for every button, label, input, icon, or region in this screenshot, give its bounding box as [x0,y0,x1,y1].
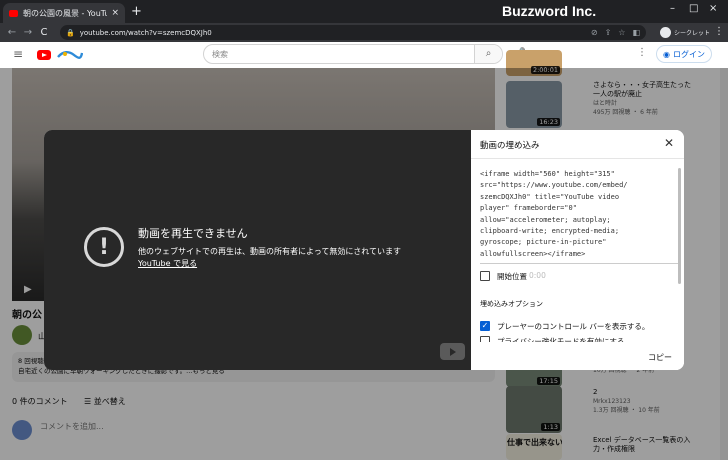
settings-more-icon[interactable]: ⋮ [637,47,647,58]
hamburger-menu-icon[interactable]: ≡ [13,47,23,61]
playback-error: ! 動画を再生できません 他のウェブサイトでの再生は、動画の所有者によって無効に… [84,225,401,269]
side-panel-icon[interactable]: ◧ [632,28,640,37]
close-window-button[interactable]: × [709,3,717,14]
close-icon[interactable]: ✕ [664,136,674,150]
options-heading: 埋め込みオプション [480,300,543,308]
incognito-avatar-icon [660,27,671,38]
browser-tab[interactable]: 朝の公園の風景 - YouTube × [3,3,125,23]
youtube-watermark-icon[interactable] [440,343,465,360]
youtube-doodle-icon[interactable] [57,49,83,61]
show-controls-label: プレーヤーのコントロール バーを表示する。 [497,322,650,331]
brand-watermark: Buzzword Inc. [502,3,597,19]
error-title: 動画を再生できません [138,227,248,240]
forward-icon[interactable]: → [20,27,36,38]
copy-button[interactable]: コピー [648,352,672,363]
new-tab-button[interactable]: + [131,4,142,19]
omnibox[interactable]: 🔒 youtube.com/watch?v=szemcDQXJh0 ⊘ ⇪ ☆ … [60,25,646,40]
account-icon: ◉ [663,49,670,59]
embed-code[interactable]: <iframe width="560" height="315" src="ht… [480,169,678,260]
browser-menu-icon[interactable]: ⋮ [714,26,724,37]
youtube-logo-icon[interactable] [37,50,51,60]
share-icon[interactable]: ⇪ [605,28,612,37]
search-input[interactable]: 検索 [204,49,474,60]
youtube-favicon-icon [9,9,18,17]
eye-off-icon[interactable]: ⊘ [591,28,598,37]
alert-icon: ! [84,227,124,267]
search-icon[interactable]: ⌕ [474,45,502,63]
incognito-label: シークレット [674,30,711,37]
lock-icon: 🔒 [66,28,75,37]
minimize-button[interactable]: – [670,3,675,14]
address-bar-row: ← → C 🔒 youtube.com/watch?v=szemcDQXJh0 … [0,23,728,42]
start-at-label: 開始位置 [497,272,527,281]
watch-on-youtube-link[interactable]: YouTube で見る [138,258,401,269]
divider [471,158,684,159]
panel-title: 動画の埋め込み [480,141,540,151]
embed-panel: 動画の埋め込み ✕ <iframe width="560" height="31… [471,130,684,370]
show-controls-checkbox[interactable]: ✓ [480,321,490,331]
tab-close-icon[interactable]: × [111,8,119,18]
divider [480,263,678,264]
back-icon[interactable]: ← [4,27,20,38]
panel-scrollbar[interactable] [678,168,681,284]
embed-preview: ! 動画を再生できません 他のウェブサイトでの再生は、動画の所有者によって無効に… [44,130,471,370]
tab-title: 朝の公園の風景 - YouTube [23,8,108,18]
start-at-checkbox[interactable] [480,271,490,281]
maximize-button[interactable]: □ [689,3,698,14]
search-box[interactable]: 検索 ⌕ [203,44,503,64]
error-message: 他のウェブサイトでの再生は、動画の所有者によって無効にされています [138,247,401,256]
browser-tab-bar: 朝の公園の風景 - YouTube × + Buzzword Inc. – □ … [0,0,728,23]
login-label: ログイン [672,49,705,59]
start-time-input[interactable]: 0:00 [529,271,546,280]
embed-dialog: ! 動画を再生できません 他のウェブサイトでの再生は、動画の所有者によって無効に… [44,130,684,370]
url-text: youtube.com/watch?v=szemcDQXJh0 [79,28,212,37]
youtube-header: ≡ 検索 ⌕ 🎤 ⋮ ◉ ログイン [0,42,728,68]
login-button[interactable]: ◉ ログイン [656,45,712,63]
bookmark-star-icon[interactable]: ☆ [618,28,625,37]
reload-icon[interactable]: C [36,27,52,38]
incognito-indicator[interactable]: シークレット [660,26,710,39]
